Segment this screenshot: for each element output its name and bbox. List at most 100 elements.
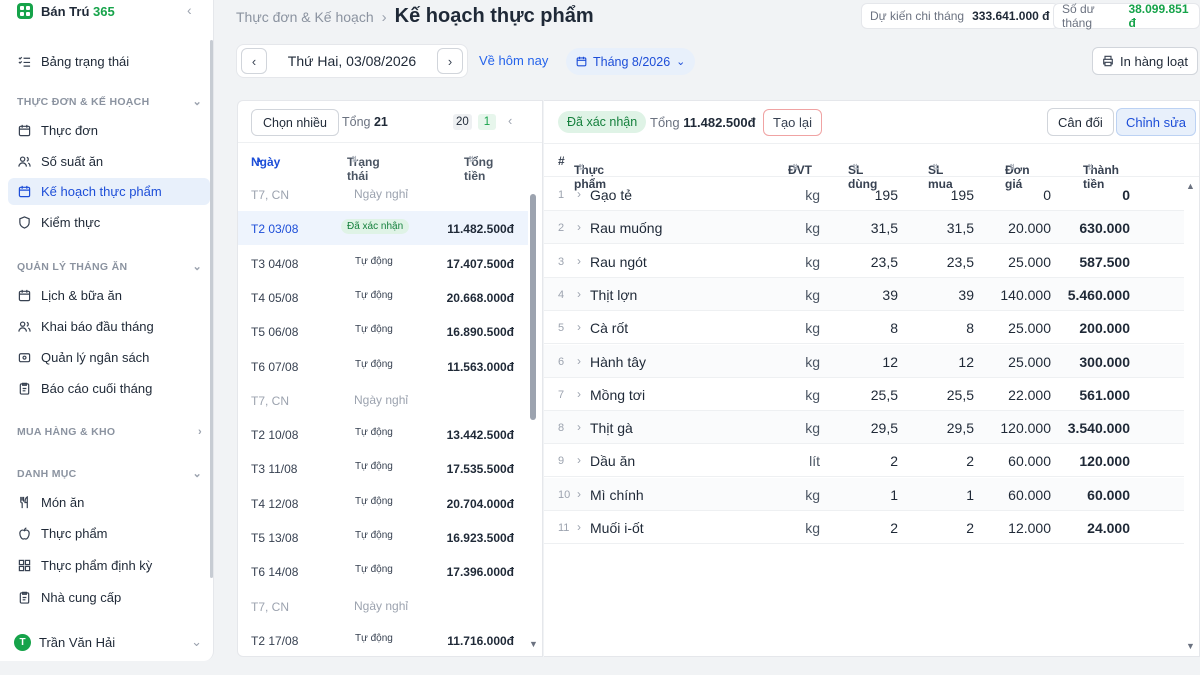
sidebar-item-khai-bao-dau-thang[interactable]: Khai báo đầu tháng bbox=[8, 313, 210, 340]
prev-day-button[interactable]: ‹ bbox=[241, 48, 267, 74]
day-row[interactable]: T6 14/08 Tự động 17.396.000đ bbox=[238, 554, 528, 588]
balance-button[interactable]: Cân đối bbox=[1047, 108, 1114, 136]
sidebar-item-bao-cao-cuoi-thang[interactable]: Báo cáo cuối tháng bbox=[8, 375, 210, 402]
qty-buy: 2 bbox=[966, 520, 974, 536]
scroll-down-icon[interactable]: ▼ bbox=[529, 639, 538, 649]
user-menu[interactable]: T Trần Văn Hải ⌄ bbox=[8, 628, 208, 656]
app-brand[interactable]: Bán Trú 365 bbox=[17, 3, 115, 19]
food-row[interactable]: 3 › Rau ngót kg 23,5 23,5 25.000 587.500 bbox=[544, 245, 1184, 278]
select-many-button[interactable]: Chọn nhiều bbox=[251, 109, 339, 136]
food-name: Mồng tơi bbox=[590, 386, 646, 403]
sidebar-item-lich-bua-an[interactable]: Lịch & bữa ăn bbox=[8, 282, 210, 309]
expand-chevron-icon[interactable]: › bbox=[577, 220, 581, 234]
day-total: 20.668.000đ bbox=[446, 290, 514, 305]
section-mua-hang-kho[interactable]: MUA HÀNG & KHO › bbox=[17, 426, 202, 438]
qty-buy: 8 bbox=[966, 320, 974, 337]
print-batch-button[interactable]: In hàng loạt bbox=[1092, 47, 1198, 75]
day-row[interactable]: T3 04/08 Tự động 17.407.500đ bbox=[238, 246, 528, 280]
expand-chevron-icon[interactable]: › bbox=[577, 420, 581, 434]
day-total: 17.535.500đ bbox=[446, 462, 514, 477]
current-date[interactable]: Thứ Hai, 03/08/2026 bbox=[288, 53, 416, 69]
food-row[interactable]: 9 › Dầu ăn lít 2 2 60.000 120.000 bbox=[544, 444, 1184, 478]
food-name: Gạo tẻ bbox=[590, 187, 633, 203]
next-day-button[interactable]: › bbox=[437, 48, 463, 74]
food-row[interactable]: 4 › Thịt lợn kg 39 39 140.000 5.460.000 bbox=[544, 277, 1184, 311]
regenerate-button[interactable]: Tạo lại bbox=[763, 109, 823, 136]
food-unit: kg bbox=[805, 253, 820, 270]
food-row[interactable]: 10 › Mì chính kg 1 1 60.000 60.000 bbox=[544, 477, 1184, 511]
users-icon bbox=[18, 321, 31, 332]
day-list-toolbar: Chọn nhiều Tổng 21 20 1 ‹ bbox=[238, 101, 542, 143]
day-list-scrollbar[interactable] bbox=[530, 194, 536, 420]
chevron-down-icon: ⌄ bbox=[192, 261, 202, 273]
qty-used: 8 bbox=[890, 320, 898, 337]
day-row[interactable]: T4 05/08 Tự động 20.668.000đ bbox=[238, 280, 528, 314]
expand-chevron-icon[interactable]: › bbox=[577, 287, 581, 301]
expand-chevron-icon[interactable]: › bbox=[577, 354, 581, 368]
sidebar-item-kiem-thuc[interactable]: Kiểm thực bbox=[8, 209, 210, 236]
food-unit: kg bbox=[805, 320, 820, 337]
day-row[interactable]: T2 10/08 Tự động 13.442.500đ bbox=[238, 417, 528, 451]
qty-used: 2 bbox=[890, 453, 898, 470]
food-unit: kg bbox=[805, 520, 820, 536]
today-link[interactable]: Về hôm nay bbox=[479, 53, 548, 68]
expand-chevron-icon[interactable]: › bbox=[577, 254, 581, 268]
day-total: 13.442.500đ bbox=[446, 428, 514, 443]
sidebar-item-so-suat-an[interactable]: Số suất ăn bbox=[8, 148, 210, 175]
chevron-left-icon[interactable]: ‹ bbox=[187, 2, 192, 18]
chevron-left-icon[interactable]: ‹ bbox=[508, 113, 512, 128]
food-row[interactable]: 6 › Hành tây kg 12 12 25.000 300.000 bbox=[544, 344, 1184, 378]
day-label: T6 07/08 bbox=[251, 359, 299, 374]
food-row[interactable]: 8 › Thịt gà kg 29,5 29,5 120.000 3.540.000 bbox=[544, 411, 1184, 445]
expand-chevron-icon[interactable]: › bbox=[577, 387, 581, 401]
month-picker[interactable]: Tháng 8/2026 ⌄ bbox=[566, 48, 696, 75]
section-quan-ly-thang-an[interactable]: QUẢN LÝ THÁNG ĂN ⌄ bbox=[17, 260, 202, 274]
expand-chevron-icon[interactable]: › bbox=[577, 187, 581, 201]
day-row[interactable]: T5 13/08 Tự động 16.923.500đ bbox=[238, 520, 528, 554]
day-row[interactable]: T4 12/08 Tự động 20.704.000đ bbox=[238, 486, 528, 520]
scroll-up-icon[interactable]: ▲ bbox=[1186, 181, 1195, 191]
day-row[interactable]: T6 07/08 Tự động 11.563.000đ bbox=[238, 349, 528, 383]
status-badge: Tự động bbox=[355, 564, 393, 576]
sidebar-scrollbar[interactable] bbox=[210, 40, 213, 578]
sidebar-item-nha-cung-cap[interactable]: Nhà cung cấp bbox=[8, 584, 210, 611]
edit-button[interactable]: Chỉnh sửa bbox=[1116, 108, 1197, 136]
qty-used: 25,5 bbox=[870, 386, 898, 403]
sidebar-item-thuc-pham-dinh-ky[interactable]: Thực phẩm định kỳ bbox=[8, 552, 210, 579]
food-row[interactable]: 7 › Mồng tơi kg 25,5 25,5 22.000 561.000 bbox=[544, 378, 1184, 411]
sidebar-item-thuc-pham[interactable]: Thực phẩm bbox=[8, 520, 210, 547]
count-badge-auto[interactable]: 20 bbox=[453, 114, 472, 130]
chevron-down-icon: ⌄ bbox=[192, 96, 202, 108]
food-row[interactable]: 1 › Gạo tẻ kg 195 195 0 0 bbox=[544, 178, 1184, 211]
breadcrumb-parent[interactable]: Thực đơn & Kế hoạch bbox=[236, 9, 374, 25]
row-number: 4 bbox=[558, 288, 565, 301]
day-list-panel: Chọn nhiều Tổng 21 20 1 ‹ Ngày ▲ Trạng th… bbox=[237, 100, 543, 657]
qty-used: 2 bbox=[890, 520, 898, 536]
section-danh-muc[interactable]: DANH MỤC ⌄ bbox=[17, 467, 202, 481]
expand-chevron-icon[interactable]: › bbox=[577, 453, 581, 467]
sidebar-item-quan-ly-ngan-sach[interactable]: Quản lý ngân sách bbox=[8, 344, 210, 371]
food-row[interactable]: 2 › Rau muống kg 31,5 31,5 20.000 630.000 bbox=[544, 211, 1184, 245]
status-badge: Tự động bbox=[355, 289, 393, 301]
expand-chevron-icon[interactable]: › bbox=[577, 320, 581, 334]
unit-price: 60.000 bbox=[1008, 486, 1051, 503]
section-thuc-don[interactable]: THỰC ĐƠN & KẾ HOẠCH ⌄ bbox=[17, 95, 202, 109]
sidebar-item-ke-hoach-thuc-pham[interactable]: Kế hoạch thực phẩm bbox=[8, 178, 210, 205]
food-row[interactable]: 5 › Cà rốt kg 8 8 25.000 200.000 bbox=[544, 311, 1184, 345]
day-row[interactable]: T2 17/08 Tự động 11.716.000đ bbox=[238, 623, 528, 656]
chevron-down-icon: ⌄ bbox=[191, 634, 202, 649]
day-row[interactable]: T2 03/08 Đã xác nhận 11.482.500đ bbox=[238, 211, 528, 246]
expand-chevron-icon[interactable]: › bbox=[577, 487, 581, 501]
day-row[interactable]: T5 06/08 Tự động 16.890.500đ bbox=[238, 314, 528, 348]
food-row[interactable]: 11 › Muối i-ốt kg 2 2 12.000 24.000 bbox=[544, 511, 1184, 544]
sidebar-item-dashboard[interactable]: Bảng trạng thái bbox=[8, 48, 210, 75]
count-badge-confirmed[interactable]: 1 bbox=[478, 114, 496, 130]
row-number: 1 bbox=[558, 189, 565, 201]
expand-chevron-icon[interactable]: › bbox=[577, 520, 581, 534]
sidebar-item-mon-an[interactable]: Món ăn bbox=[8, 489, 210, 516]
row-number: 11 bbox=[558, 522, 570, 534]
scroll-down-icon[interactable]: ▼ bbox=[1186, 641, 1195, 651]
line-total: 120.000 bbox=[1079, 453, 1130, 470]
sidebar-item-thuc-don[interactable]: Thực đơn bbox=[8, 117, 210, 144]
day-row[interactable]: T3 11/08 Tự động 17.535.500đ bbox=[238, 451, 528, 485]
